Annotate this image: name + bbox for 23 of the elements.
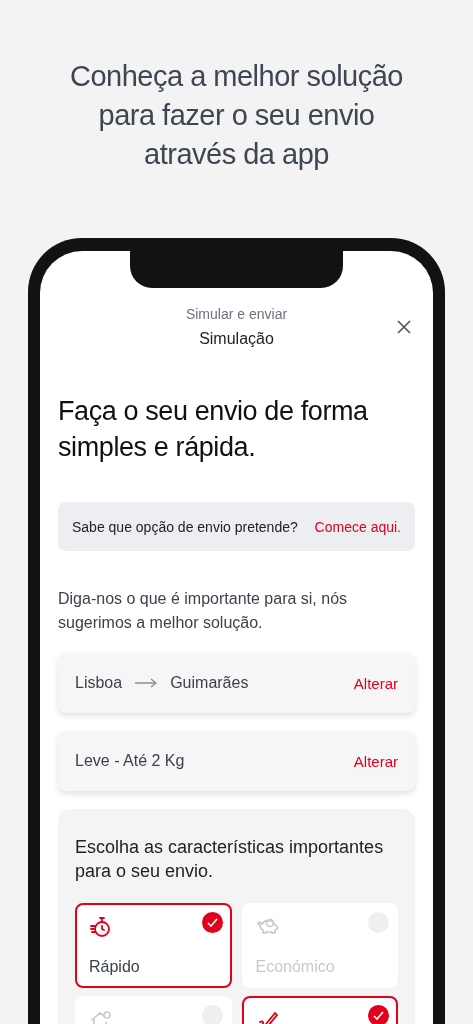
option-label: Económico <box>255 958 336 976</box>
screen-subtitle: Simular e enviar <box>185 306 288 322</box>
option-tile[interactable]: Rápido <box>75 903 232 988</box>
headline: para fazer o seu envio <box>98 98 375 133</box>
panel-title: Escolha as características importantes para o seu envio. <box>75 836 385 883</box>
stopwatch-icon <box>89 915 113 939</box>
check-icon <box>368 1005 389 1024</box>
screen-title: Simulação <box>199 330 274 348</box>
option-label: Rápido <box>89 958 141 976</box>
start-link[interactable]: Comece aqui. <box>314 518 401 535</box>
change-link[interactable]: Alterar <box>353 674 398 692</box>
info-text: Sabe que opção de envio pretende? <box>72 518 298 535</box>
check-icon <box>201 912 223 933</box>
origin-city: Lisboa <box>75 674 123 692</box>
weight-text: Leve - Até 2 Kg <box>75 752 185 770</box>
destination-city: Guimarães <box>170 674 249 692</box>
close-icon[interactable] <box>397 320 411 334</box>
headline: através da app <box>144 137 329 172</box>
headline: Conheça a melhor solução <box>70 59 403 94</box>
page-heading: Faça o seu envio de forma simples e rápida. <box>58 395 369 464</box>
intro-text: Diga-nos o que é importante para si, nós sugerimos a melhor solução. <box>58 589 349 633</box>
change-link[interactable]: Alterar <box>353 752 398 770</box>
arrow-icon <box>135 678 158 688</box>
